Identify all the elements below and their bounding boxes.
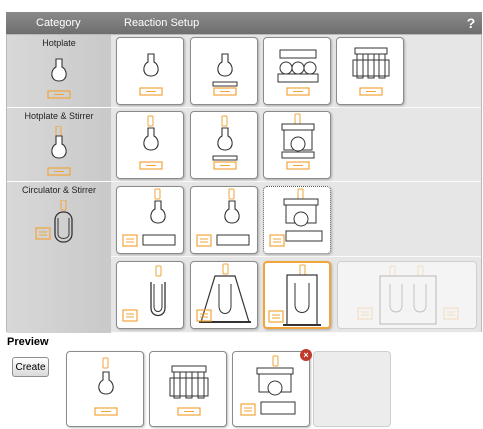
preview-item-tube-block[interactable] <box>149 351 227 427</box>
setup-hotplate-tube-block[interactable] <box>336 37 404 105</box>
circulator-stirrer-icon <box>35 200 73 243</box>
stirred-flask-icon <box>139 115 163 170</box>
preview-empty-slot <box>313 351 391 427</box>
round-flask-icon <box>139 53 163 96</box>
multi-reactor-icon <box>281 113 315 170</box>
frame-reactor-icon <box>268 264 321 326</box>
tube-block-icon <box>169 365 209 416</box>
category-header: Category <box>36 17 81 29</box>
setup-circulator-jacketed-flask[interactable] <box>190 186 258 254</box>
preview-item-stirred-flask[interactable] <box>66 351 144 427</box>
preview-item-multi-reactor[interactable]: × <box>232 349 312 427</box>
circulator-flask-icon <box>122 188 176 247</box>
setup-hotplate-jacketed-flask[interactable] <box>190 37 258 105</box>
help-icon[interactable]: ? <box>463 15 479 31</box>
dual-reactor-icon <box>357 265 459 325</box>
setup-circulator-stand[interactable] <box>190 261 258 329</box>
setup-circulator-dual-disabled <box>337 261 477 329</box>
setup-circulator-frame-selected[interactable] <box>263 261 331 329</box>
setup-hotplate-flask[interactable] <box>116 37 184 105</box>
multi-reactor-icon <box>240 355 296 416</box>
create-button[interactable]: Create <box>12 357 49 377</box>
category-hotplate[interactable]: Hotplate <box>7 35 111 108</box>
stand-reactor-icon <box>196 263 251 323</box>
setup-hotplate-multi-flask[interactable] <box>263 37 331 105</box>
hotplate-flask-icon <box>47 58 71 99</box>
category-label: Hotplate <box>42 38 76 48</box>
setup-stirrer-flask[interactable] <box>116 111 184 179</box>
reaction-setup-grid: Hotplate Hotplate & Stirrer Circulator &… <box>6 34 482 333</box>
category-label: Circulator & Stirrer <box>21 185 96 195</box>
reaction-setup-header: Reaction Setup <box>124 17 200 29</box>
tube-block-icon <box>352 47 390 96</box>
setup-circulator-flask[interactable] <box>116 186 184 254</box>
remove-preview-item-icon[interactable]: × <box>300 349 312 361</box>
setup-stirrer-jacketed-flask[interactable] <box>190 111 258 179</box>
preview-title: Preview <box>7 336 49 348</box>
stirred-jacketed-flask-icon <box>212 115 238 170</box>
circulator-jacketed-flask-icon <box>196 188 250 247</box>
hotplate-stirrer-flask-icon <box>47 126 71 176</box>
setup-circulator-multi-reactor[interactable] <box>263 186 331 254</box>
setup-stirrer-multi-reactor[interactable] <box>263 111 331 179</box>
category-hotplate-stirrer[interactable]: Hotplate & Stirrer <box>7 108 111 182</box>
setup-circulator-u-vessel[interactable] <box>116 261 184 329</box>
category-circulator-stirrer[interactable]: Circulator & Stirrer <box>7 182 111 333</box>
multi-reactor-icon <box>269 188 323 247</box>
multi-flask-icon <box>277 49 319 96</box>
u-vessel-icon <box>122 265 166 322</box>
jacketed-flask-icon <box>212 53 238 96</box>
stirred-flask-icon <box>94 357 118 416</box>
column-header: Category Reaction Setup ? <box>6 12 482 34</box>
category-label: Hotplate & Stirrer <box>24 111 94 121</box>
